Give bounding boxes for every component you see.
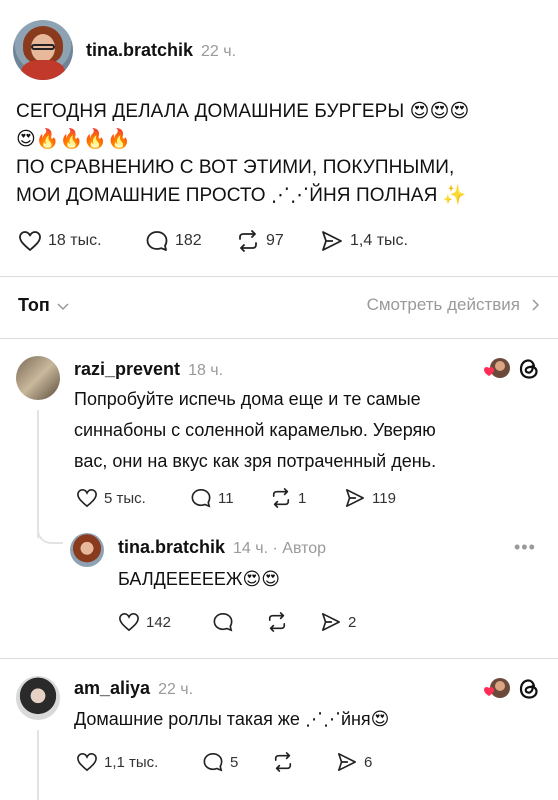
reply-like-button[interactable]: 142: [118, 612, 171, 632]
commenter-avatar[interactable]: [16, 356, 60, 400]
threads-icon[interactable]: [516, 356, 542, 387]
post-line: 😍🔥🔥🔥🔥: [16, 129, 131, 150]
reply-username[interactable]: tina.bratchik: [118, 537, 225, 558]
post-line: ПО СРАВНЕНИЮ С ВОТ ЭТИМИ, ПОКУПНЫМИ,: [16, 157, 455, 178]
repost-icon: [239, 230, 257, 252]
comment-reply-count: 11: [218, 489, 234, 507]
comment-reply-button[interactable]: 11: [190, 488, 234, 508]
comment-line: вас, они на вкус как зря потраченный ден…: [74, 451, 437, 471]
heart-icon: [119, 612, 139, 632]
post-username[interactable]: tina.bratchik: [86, 40, 193, 61]
sort-dropdown[interactable]: Топ: [18, 295, 70, 316]
comment-share-button[interactable]: 6: [336, 752, 372, 772]
comment-repost-button[interactable]: [272, 752, 294, 777]
comment-text: Попробуйте испечь дома еще и те самые си…: [74, 384, 544, 477]
repost-icon: [274, 752, 292, 772]
comment-text: Домашние роллы такая же ⋰⋰йня😍: [74, 709, 390, 729]
view-activity-label: Смотреть действия: [366, 295, 520, 314]
post-line: СЕГОДНЯ ДЕЛАЛА ДОМАШНИЕ БУРГЕРЫ 😍😍😍: [16, 101, 470, 122]
repost-icon: [268, 612, 286, 632]
comment-time: 18 ч.: [188, 362, 224, 379]
comment-icon: [203, 752, 223, 772]
comment-time: 22 ч.: [158, 681, 194, 698]
divider: [0, 276, 558, 277]
repost-count: 97: [266, 232, 284, 249]
reply-share-count: 2: [348, 613, 357, 631]
reply-like-count: 142: [146, 613, 172, 631]
liked-by-author-icon: [482, 356, 510, 385]
comment-username[interactable]: razi_prevent: [74, 359, 180, 380]
share-count: 1,4 тыс.: [350, 232, 408, 249]
reply-text: БАЛДЕЕЕЕЕЖ😍😍: [118, 569, 280, 589]
comment-icon: [191, 488, 211, 508]
threads-icon[interactable]: [516, 676, 542, 707]
comment-like-button[interactable]: 5 тыс.: [76, 488, 146, 508]
liked-by-author-icon: [482, 676, 510, 705]
send-icon: [338, 753, 356, 771]
comment-share-button[interactable]: 119: [344, 488, 396, 508]
heart-icon: [77, 752, 97, 772]
comment-line: Попробуйте испечь дома еще и те самые: [74, 389, 421, 409]
comment-repost-button[interactable]: 1: [270, 488, 306, 508]
comment-share-count: 119: [372, 489, 396, 507]
repost-icon: [272, 488, 290, 508]
author-avatar[interactable]: [13, 20, 73, 80]
comment-share-count: 6: [364, 753, 373, 771]
send-icon: [346, 489, 364, 507]
divider: [0, 338, 558, 339]
comment-button[interactable]: 182: [145, 230, 202, 252]
chevron-right-icon: [532, 299, 540, 311]
view-activity-link[interactable]: Смотреть действия: [367, 295, 540, 315]
chevron-down-icon: [57, 302, 69, 310]
comment-icon: [213, 612, 233, 632]
comment-username[interactable]: am_aliya: [74, 678, 150, 699]
comment-icon: [146, 231, 168, 251]
reply-avatar[interactable]: [70, 533, 104, 567]
like-count: 18 тыс.: [48, 232, 102, 249]
comment-reply-count: 5: [230, 753, 239, 771]
heart-icon: [19, 231, 41, 251]
sort-label: Топ: [18, 295, 50, 315]
send-icon: [322, 613, 340, 631]
comment-repost-count: 1: [298, 489, 307, 507]
thread-line: [37, 410, 39, 538]
reply-share-button[interactable]: 2: [320, 612, 356, 632]
reply-repost-button[interactable]: [266, 612, 288, 637]
comment-count: 182: [175, 232, 202, 249]
comment-like-button[interactable]: 1,1 тыс.: [76, 752, 158, 772]
post-line: МОИ ДОМАШНИЕ ПРОСТО ⋰⋰ЙНЯ ПОЛНАЯ ✨: [16, 185, 467, 206]
divider: [0, 658, 558, 659]
comment-like-count: 1,1 тыс.: [104, 753, 159, 771]
comment-like-count: 5 тыс.: [104, 489, 146, 507]
repost-button[interactable]: 97: [236, 230, 284, 252]
more-options-icon[interactable]: •••: [514, 537, 536, 558]
share-button[interactable]: 1,4 тыс.: [320, 230, 408, 252]
commenter-avatar[interactable]: [16, 676, 60, 720]
comment-line: синнабоны с соленной карамелью. Уверяю: [74, 420, 436, 440]
heart-icon: [77, 488, 97, 508]
reply-comment-button[interactable]: [212, 612, 234, 637]
post-time: 22 ч.: [201, 43, 237, 60]
thread-connector: [37, 520, 63, 544]
comment-reply-button[interactable]: 5: [202, 752, 238, 772]
reply-meta: 14 ч. · Автор: [233, 540, 327, 557]
post-text: СЕГОДНЯ ДЕЛАЛА ДОМАШНИЕ БУРГЕРЫ 😍😍😍 😍🔥🔥🔥…: [16, 98, 546, 210]
send-icon: [322, 231, 342, 251]
like-button[interactable]: 18 тыс.: [18, 230, 102, 252]
thread-line: [37, 730, 39, 800]
